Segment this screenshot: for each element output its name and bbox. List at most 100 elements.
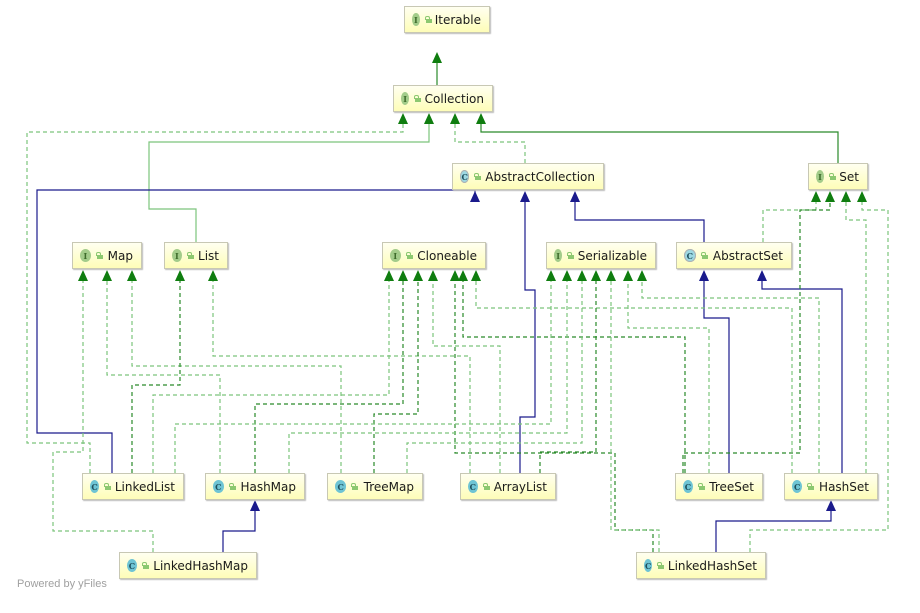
implements-arrowhead-icon	[825, 191, 835, 202]
node-label: AbstractSet	[712, 248, 783, 263]
edge-line	[480, 122, 839, 163]
node-label: LinkedList	[114, 479, 175, 494]
edge-linkedhashset-to-hashset	[715, 500, 836, 552]
node-tree-set[interactable]: C TreeSet	[675, 473, 763, 500]
node-label: AbstractCollection	[485, 169, 595, 184]
edge-arraylist-to-list	[208, 270, 471, 473]
node-serializable[interactable]: I Serializable	[546, 242, 656, 269]
edge-line	[52, 279, 154, 552]
node-hash-map[interactable]: C HashMap	[205, 473, 305, 500]
node-linked-list[interactable]: C LinkedList	[82, 473, 184, 500]
implements-arrowhead-icon	[471, 270, 481, 281]
class-icon: C	[644, 559, 653, 572]
public-access-icon	[405, 252, 413, 259]
class-icon: C	[213, 480, 224, 493]
public-access-icon	[414, 95, 422, 102]
edge-abstractset-to-set	[762, 191, 821, 242]
edge-treeset-to-abstractset	[699, 270, 730, 473]
edge-linkedhashmap-to-hashmap	[222, 500, 260, 552]
class-icon: C	[468, 480, 478, 493]
node-label: TreeMap	[363, 479, 414, 494]
class-icon: C	[792, 480, 803, 493]
implements-arrowhead-icon	[591, 270, 601, 281]
implements-arrowhead-icon	[398, 270, 408, 281]
edge-line	[36, 189, 476, 473]
implements-arrowhead-icon	[208, 270, 218, 281]
implements-arrowhead-icon	[623, 270, 633, 281]
implements-arrowhead-icon	[546, 270, 556, 281]
implements-arrowhead-icon	[476, 113, 486, 124]
implements-arrowhead-icon	[384, 270, 394, 281]
edge-line	[373, 279, 419, 473]
node-label: Serializable	[577, 248, 647, 263]
edge-line	[432, 279, 501, 473]
interface-icon: I	[401, 92, 410, 105]
public-access-icon	[700, 252, 708, 259]
edge-linkedhashset-to-serializable	[606, 270, 660, 552]
edge-set-to-collection	[476, 113, 839, 163]
node-linked-hash-map[interactable]: C LinkedHashMap	[119, 552, 257, 579]
edge-line	[682, 200, 831, 473]
node-label: ArrayList	[493, 479, 547, 494]
edge-hashmap-to-map	[102, 270, 221, 473]
implements-arrowhead-icon	[428, 270, 438, 281]
extends-arrowhead-icon	[470, 191, 480, 202]
node-abstract-set[interactable]: C AbstractSet	[676, 242, 792, 269]
implements-arrowhead-icon	[432, 52, 442, 63]
implements-arrowhead-icon	[450, 270, 460, 281]
edge-line	[845, 200, 867, 473]
node-linked-hash-set[interactable]: C LinkedHashSet	[636, 552, 766, 579]
interface-icon: I	[816, 170, 824, 183]
edge-treeset-to-serializable	[623, 270, 710, 473]
node-label: LinkedHashSet	[667, 558, 757, 573]
abstract-class-icon: C	[684, 249, 696, 262]
node-label: Collection	[424, 91, 484, 106]
edge-line	[462, 279, 686, 473]
node-iterable[interactable]: I Iterable	[404, 6, 490, 33]
edge-linkedlist-to-cloneable	[152, 270, 394, 473]
public-access-icon	[186, 252, 195, 259]
interface-icon: I	[412, 13, 420, 26]
node-array-list[interactable]: C ArrayList	[460, 473, 556, 500]
public-access-icon	[657, 562, 664, 569]
node-collection[interactable]: I Collection	[393, 85, 493, 112]
implements-arrowhead-icon	[398, 113, 408, 124]
node-set[interactable]: I Set	[808, 163, 868, 190]
extends-arrowhead-icon	[757, 270, 767, 281]
edge-line	[106, 279, 221, 473]
edge-line	[475, 279, 793, 473]
node-list[interactable]: I List	[164, 242, 228, 269]
node-label: Cloneable	[417, 248, 477, 263]
public-access-icon	[228, 483, 236, 490]
extends-arrowhead-icon	[826, 500, 836, 511]
public-access-icon	[424, 16, 432, 23]
implements-arrowhead-icon	[458, 270, 468, 281]
node-label: LinkedHashMap	[153, 558, 248, 573]
edge-abstractset-to-abstractcollection	[570, 191, 705, 242]
extends-arrowhead-icon	[250, 500, 260, 511]
node-map[interactable]: I Map	[72, 242, 142, 269]
class-icon: C	[90, 480, 100, 493]
edge-treemap-to-serializable	[406, 270, 587, 473]
extends-arrowhead-icon	[699, 270, 709, 281]
public-access-icon	[807, 483, 814, 490]
edge-line	[288, 279, 568, 473]
edge-line	[131, 279, 181, 473]
edge-line	[610, 279, 660, 552]
node-abstract-collection[interactable]: C AbstractCollection	[452, 163, 604, 190]
node-hash-set[interactable]: C HashSet	[784, 473, 878, 500]
node-label: Iterable	[434, 12, 481, 27]
node-cloneable[interactable]: I Cloneable	[382, 242, 486, 269]
class-icon: C	[127, 559, 137, 572]
edge-line	[454, 279, 654, 552]
implements-arrowhead-icon	[102, 270, 112, 281]
node-tree-map[interactable]: C TreeMap	[327, 473, 423, 500]
edge-linkedlist-to-abstractcollection	[36, 189, 480, 473]
implements-arrowhead-icon	[78, 270, 88, 281]
interface-icon: I	[554, 249, 563, 262]
edge-line	[254, 279, 404, 473]
implements-arrowhead-icon	[562, 270, 572, 281]
node-label: TreeSet	[709, 479, 754, 494]
edge-arraylist-to-abstractcollection	[519, 191, 536, 473]
public-access-icon	[567, 252, 576, 259]
